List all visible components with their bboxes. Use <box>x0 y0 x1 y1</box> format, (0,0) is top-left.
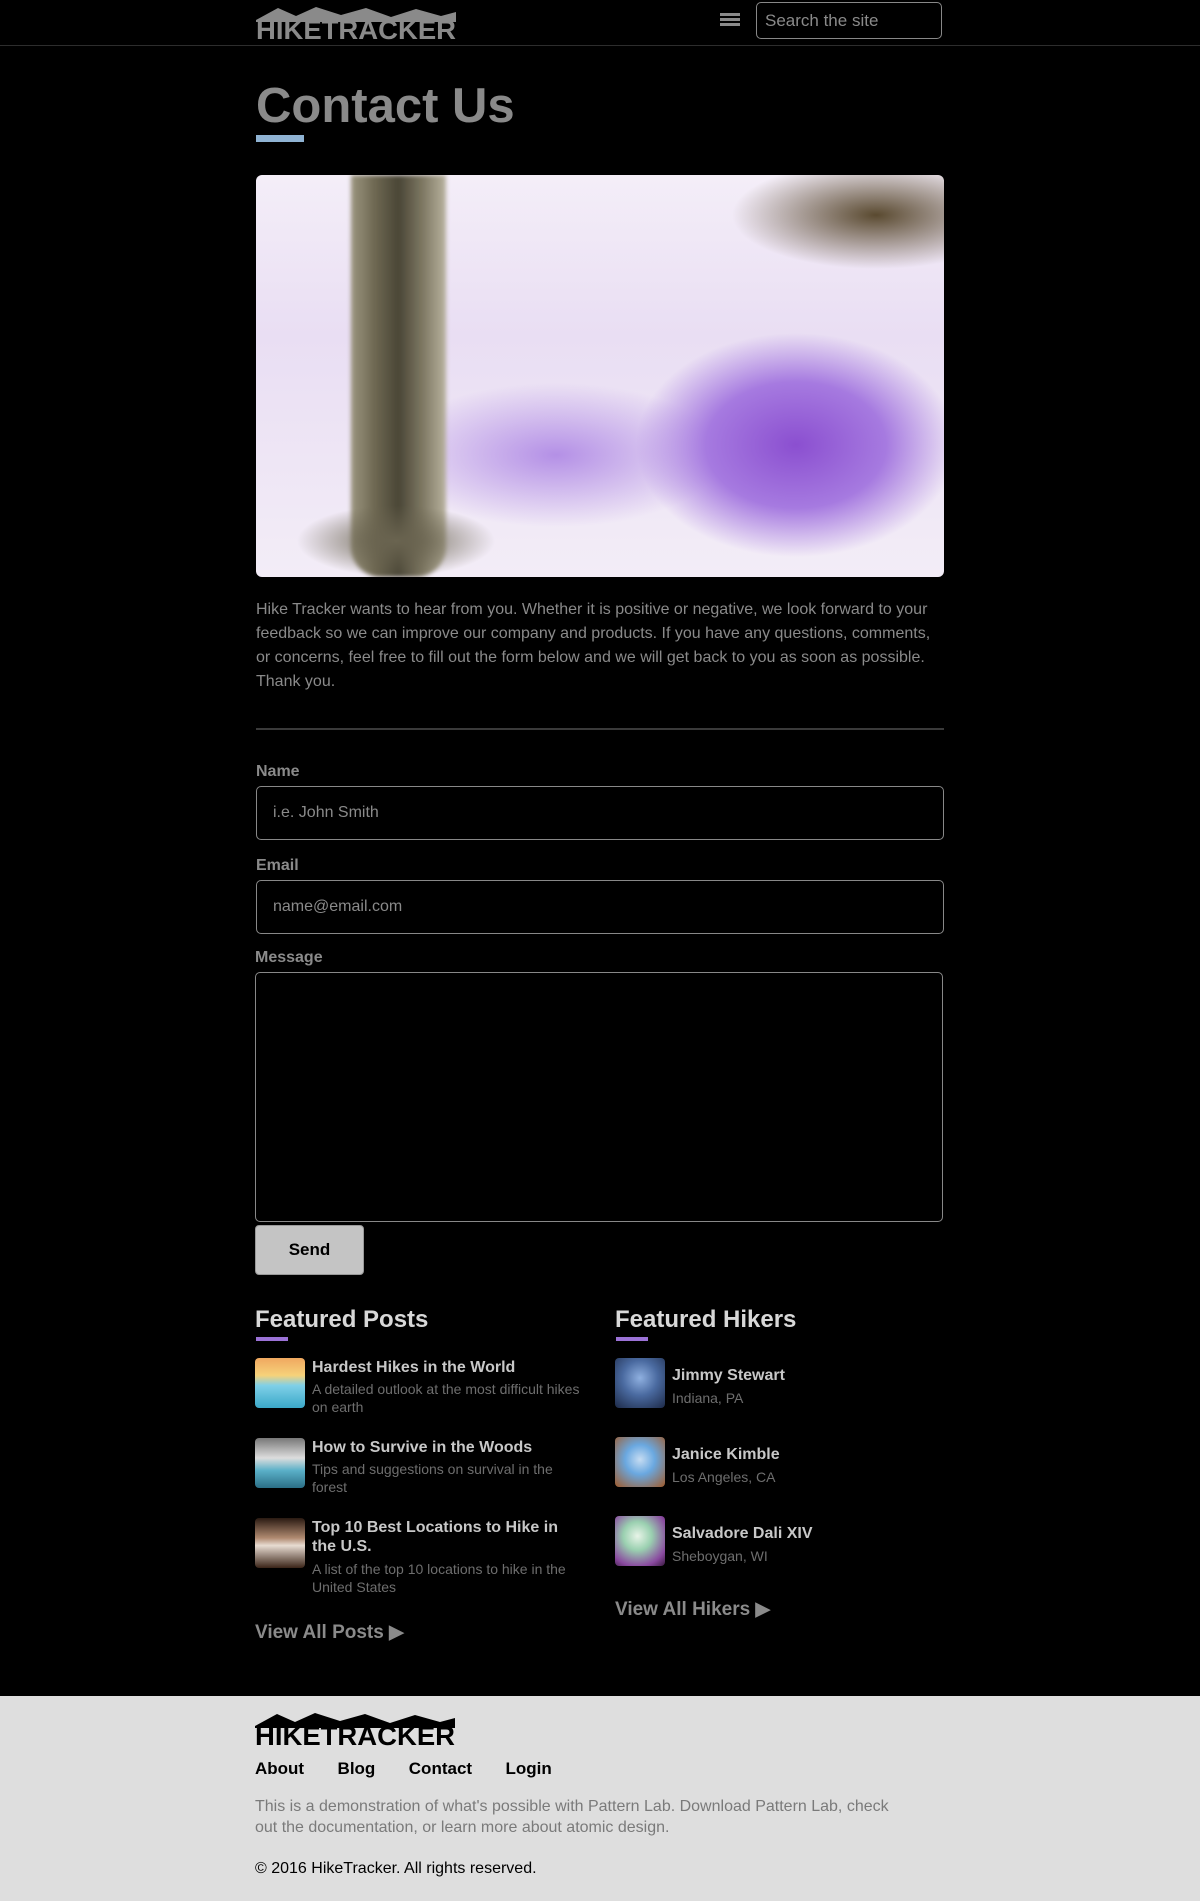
footer-link-blog[interactable]: Blog <box>338 1759 376 1779</box>
email-field[interactable] <box>256 880 944 934</box>
name-label: Name <box>256 763 300 780</box>
logo-mountain-icon: HIKETRACKER <box>256 7 456 40</box>
logo-text: HIKETRACKER <box>256 15 456 40</box>
site-footer: HIKETRACKER About Blog Contact Login Thi… <box>0 1696 1200 1901</box>
post-thumbnail <box>255 1518 305 1568</box>
featured-hikers-title: Featured Hikers <box>615 1306 797 1333</box>
copyright: © 2016 HikeTracker. All rights reserved. <box>255 1860 537 1877</box>
page-title: Contact Us <box>256 79 515 133</box>
intro-text: Hike Tracker wants to hear from you. Whe… <box>256 601 931 690</box>
avatar <box>615 1516 665 1566</box>
message-label: Message <box>255 949 323 966</box>
post-excerpt: Tips and suggestions on survival in the … <box>312 1461 553 1495</box>
footer-link-about[interactable]: About <box>255 1759 304 1779</box>
hiker-name[interactable]: Salvadore Dali XIV <box>672 1524 942 1543</box>
site-header: HIKETRACKER <box>0 0 1200 46</box>
name-field[interactable] <box>256 786 944 840</box>
footer-logo[interactable]: HIKETRACKER <box>255 1712 455 1751</box>
hiker-location: Sheboygan, WI <box>672 1548 768 1564</box>
avatar <box>615 1437 665 1487</box>
title-underline <box>256 135 304 142</box>
post-thumbnail <box>255 1358 305 1408</box>
search-input[interactable] <box>756 2 942 39</box>
hero-image <box>256 175 944 577</box>
divider <box>256 728 944 730</box>
post-title[interactable]: How to Survive in the Woods <box>312 1438 582 1457</box>
hiker-name[interactable]: Janice Kimble <box>672 1445 942 1464</box>
post-thumbnail <box>255 1438 305 1488</box>
menu-icon[interactable] <box>720 13 740 31</box>
site-logo[interactable]: HIKETRACKER <box>256 6 456 40</box>
footer-description: This is a demonstration of what's possib… <box>255 1798 889 1836</box>
post-excerpt: A list of the top 10 locations to hike i… <box>312 1561 566 1595</box>
message-field[interactable] <box>255 972 943 1222</box>
send-button[interactable]: Send <box>255 1225 364 1275</box>
footer-link-contact[interactable]: Contact <box>409 1759 472 1779</box>
footer-logo-text: HIKETRACKER <box>255 1721 455 1746</box>
footer-nav: About Blog Contact Login <box>255 1759 581 1779</box>
logo-mountain-icon: HIKETRACKER <box>255 1713 455 1751</box>
post-excerpt: A detailed outlook at the most difficult… <box>312 1381 580 1415</box>
post-title[interactable]: Top 10 Best Locations to Hike in the U.S… <box>312 1518 582 1556</box>
hiker-location: Los Angeles, CA <box>672 1469 776 1485</box>
hiker-name[interactable]: Jimmy Stewart <box>672 1366 942 1385</box>
featured-posts-underline <box>256 1337 288 1341</box>
email-label: Email <box>256 857 299 874</box>
hiker-location: Indiana, PA <box>672 1390 744 1406</box>
featured-posts-title: Featured Posts <box>255 1306 429 1333</box>
post-title[interactable]: Hardest Hikes in the World <box>312 1358 582 1377</box>
view-all-hikers-link[interactable]: View All Hikers ▶ <box>615 1598 770 1621</box>
featured-hikers-underline <box>616 1337 648 1341</box>
footer-link-login[interactable]: Login <box>506 1759 552 1779</box>
view-all-posts-link[interactable]: View All Posts ▶ <box>255 1621 404 1644</box>
avatar <box>615 1358 665 1408</box>
waterfall-mist <box>296 505 496 577</box>
